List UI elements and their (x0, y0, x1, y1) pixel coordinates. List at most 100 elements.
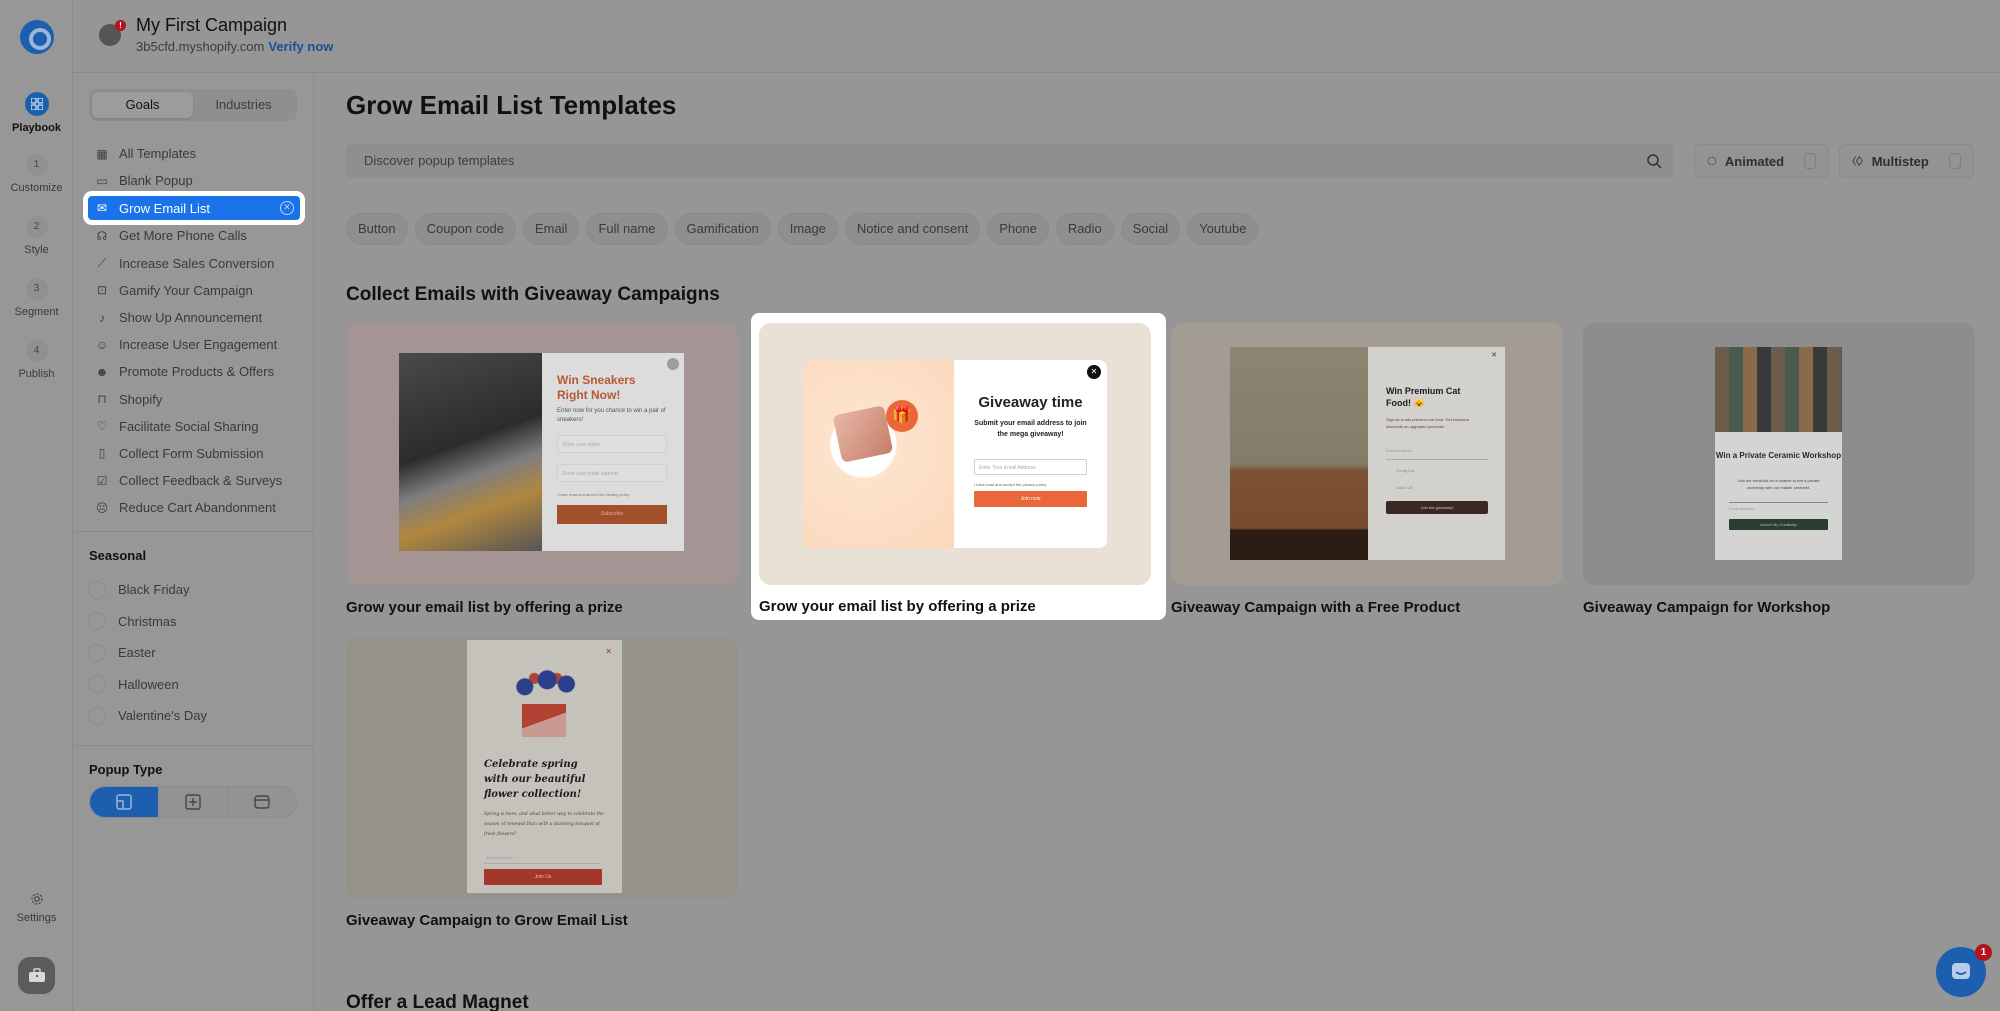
close-icon: ✕ (605, 647, 612, 656)
tab-industries[interactable]: Industries (193, 92, 294, 118)
rail-item-customize[interactable]: 1 Customize (0, 154, 73, 194)
rail-item-playbook[interactable]: Playbook (0, 92, 73, 134)
globe-icon[interactable]: ! (99, 20, 126, 46)
season-label: Halloween (118, 676, 179, 692)
gamepad-icon: ⊡ (96, 283, 108, 298)
chip-youtube[interactable]: Youtube (1187, 213, 1259, 245)
template-card[interactable]: ✕ Celebrate spring with our beautiful fl… (346, 637, 738, 929)
form-icon: ▯ (98, 446, 106, 461)
chat-support-button[interactable]: 1 (1936, 944, 1992, 997)
template-caption: Giveaway Campaign for Workshop (1583, 599, 1831, 616)
template-card-highlighted[interactable]: 🎁 ✕ Giveaway time Submit your email addr… (751, 313, 1166, 620)
popup-type-bar[interactable] (228, 787, 296, 817)
goal-industry-toggle: Goals Industries (89, 89, 297, 121)
goal-promote-products[interactable]: ☻ Promote Products & Offers (88, 358, 300, 385)
chip-button[interactable]: Button (346, 213, 408, 245)
season-easter[interactable]: Easter (88, 637, 207, 669)
radio-button[interactable] (88, 580, 106, 599)
seasonal-list: Black Friday Christmas Easter Halloween … (88, 574, 207, 732)
goal-cart-abandonment[interactable]: ☹ Reduce Cart Abandonment (88, 494, 300, 521)
rail-item-segment[interactable]: 3 Segment (0, 278, 73, 318)
popup-email-field: Email Address (484, 852, 600, 864)
chip-social[interactable]: Social (1120, 213, 1181, 245)
chip-email[interactable]: Email (522, 213, 580, 245)
goal-blank-popup[interactable]: ▭ Blank Popup (88, 167, 300, 194)
popup-email-field: Enter Your Email Address (974, 459, 1087, 475)
goal-phone-calls[interactable]: ☊ Get More Phone Calls (88, 222, 300, 249)
shopify-bag-icon: ⊓ (97, 392, 107, 407)
rail-label: Publish (18, 368, 55, 380)
template-caption: Grow your email list by offering a prize (759, 598, 1036, 615)
goal-shopify[interactable]: ⊓ Shopify (88, 386, 300, 413)
verify-now-link[interactable]: Verify now (268, 39, 333, 54)
template-search-input[interactable]: Discover popup templates (346, 144, 1674, 178)
chip-coupon-code[interactable]: Coupon code (414, 213, 516, 245)
template-thumbnail[interactable]: ✕ Win Premium Cat Food! 😺 Sign up to win… (1171, 323, 1563, 585)
settings-button[interactable]: Settings (0, 892, 73, 924)
season-christmas[interactable]: Christmas (88, 606, 207, 638)
popup-button: Unlock My Creativity! (1729, 519, 1828, 530)
seasonal-heading: Seasonal (89, 548, 147, 563)
popup-preview: ✕ Celebrate spring with our beautiful fl… (467, 640, 622, 893)
rail-item-publish[interactable]: 4 Publish (0, 340, 73, 380)
chip-full-name[interactable]: Full name (586, 213, 668, 245)
briefcase-button[interactable] (18, 957, 55, 994)
goal-grow-email-list[interactable]: ✉ Grow Email List ✕ (88, 196, 300, 221)
goal-social-sharing[interactable]: ♡ Facilitate Social Sharing (88, 413, 300, 440)
heart-icon: ♡ (96, 419, 108, 434)
chip-radio[interactable]: Radio (1055, 213, 1114, 245)
goal-all-templates[interactable]: ▦ All Templates (88, 140, 300, 167)
goal-announcement[interactable]: ♪ Show Up Announcement (88, 304, 300, 331)
radio-button[interactable] (88, 612, 106, 631)
top-header: ! My First Campaign 3b5cfd.myshopify.com… (73, 0, 2000, 73)
rail-label: Playbook (12, 122, 61, 134)
popup-icon: ▭ (96, 173, 108, 188)
template-thumbnail[interactable]: Win a Private Ceramic Workshop Join our … (1583, 323, 1975, 585)
chip-phone[interactable]: Phone (987, 213, 1049, 245)
radio-button[interactable] (88, 706, 106, 725)
goal-sales-conversion[interactable]: ⟋ Increase Sales Conversion (88, 250, 300, 277)
goal-label: Collect Form Submission (119, 445, 264, 461)
search-icon[interactable] (1646, 153, 1662, 169)
template-card[interactable]: ✕ Win Premium Cat Food! 😺 Sign up to win… (1171, 323, 1563, 616)
users-icon: ☺ (95, 337, 109, 352)
tab-goals[interactable]: Goals (92, 92, 193, 118)
rail-item-style[interactable]: 2 Style (0, 216, 73, 256)
radio-button[interactable] (88, 675, 106, 694)
popup-type-fullscreen[interactable] (159, 787, 228, 817)
season-valentines-day[interactable]: Valentine's Day (88, 700, 207, 732)
clear-filter-icon[interactable]: ✕ (280, 201, 294, 216)
multistep-checkbox[interactable] (1948, 153, 1961, 169)
template-thumbnail[interactable]: Win Sneakers Right Now! Enter now for yo… (346, 323, 738, 585)
popup-button: Subscribe (557, 505, 667, 524)
template-caption: Giveaway Campaign with a Free Product (1171, 599, 1461, 616)
popup-option: Adult Cat (1396, 485, 1413, 490)
animated-checkbox[interactable] (1804, 153, 1816, 169)
chip-image[interactable]: Image (777, 213, 838, 245)
season-halloween[interactable]: Halloween (88, 669, 207, 701)
goal-gamify[interactable]: ⊡ Gamify Your Campaign (88, 277, 300, 304)
chip-gamification[interactable]: Gamification (674, 213, 771, 245)
grid-icon (24, 92, 49, 116)
goal-label: Reduce Cart Abandonment (119, 500, 276, 516)
modal-popup-icon (116, 794, 132, 810)
template-card[interactable]: Win Sneakers Right Now! Enter now for yo… (346, 323, 738, 616)
template-thumbnail[interactable]: ✕ Celebrate spring with our beautiful fl… (346, 637, 738, 898)
step-number: 1 (25, 154, 48, 176)
feature-filter-chips: Button Coupon code Email Full name Gamif… (346, 213, 1259, 245)
template-card[interactable]: Win a Private Ceramic Workshop Join our … (1583, 323, 1975, 616)
sneaker-image (399, 353, 542, 551)
rail-label: Style (24, 244, 49, 256)
goal-form-submission[interactable]: ▯ Collect Form Submission (88, 440, 300, 467)
goal-user-engagement[interactable]: ☺ Increase User Engagement (88, 331, 300, 358)
animated-filter[interactable]: Animated (1694, 144, 1829, 178)
chip-notice-consent[interactable]: Notice and consent (844, 213, 981, 245)
app-logo[interactable] (20, 20, 54, 54)
multistep-filter[interactable]: Multistep (1839, 144, 1974, 178)
campaign-title[interactable]: My First Campaign (136, 15, 287, 36)
goal-feedback-surveys[interactable]: ☑ Collect Feedback & Surveys (88, 467, 300, 494)
popup-type-modal[interactable] (90, 787, 159, 817)
template-thumbnail[interactable]: 🎁 ✕ Giveaway time Submit your email addr… (759, 323, 1151, 585)
season-black-friday[interactable]: Black Friday (88, 574, 207, 606)
radio-button[interactable] (88, 643, 106, 662)
